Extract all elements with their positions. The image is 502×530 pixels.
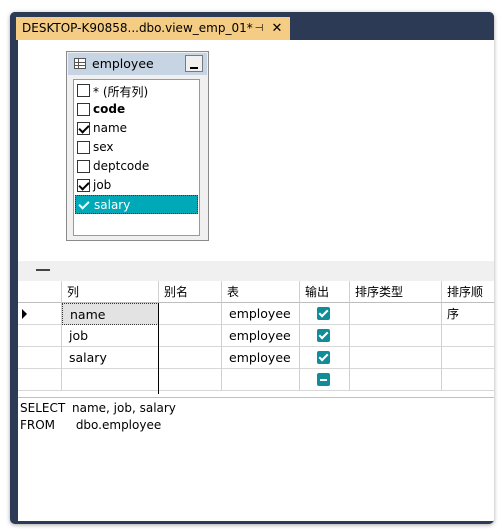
cell-sort-type[interactable]: [350, 325, 442, 347]
column-checkbox[interactable]: [77, 160, 90, 173]
sql-line-select: SELECT name, job, salary: [20, 401, 176, 415]
column-checkbox[interactable]: [77, 122, 90, 135]
column-item[interactable]: * (所有列): [75, 81, 198, 100]
cell-column[interactable]: name: [62, 303, 159, 325]
splitter-grip-icon[interactable]: [36, 269, 50, 271]
column-divider: [158, 303, 159, 394]
cell-table[interactable]: employee: [222, 303, 300, 325]
header-table: 表: [222, 281, 300, 303]
header-column: 列: [62, 281, 159, 303]
table-name: employee: [92, 56, 154, 71]
cell-alias[interactable]: [159, 369, 222, 391]
column-item[interactable]: name: [75, 119, 198, 138]
table-box-header[interactable]: employee: [68, 53, 207, 75]
cell-output: [300, 347, 350, 369]
tab-title: DESKTOP-K90858...dbo.view_emp_01*: [22, 21, 253, 35]
cell-sort-order[interactable]: [442, 303, 494, 325]
cell-sort-type[interactable]: [350, 369, 442, 391]
column-label: job: [93, 178, 112, 192]
output-checkbox[interactable]: [317, 329, 330, 342]
cell-alias[interactable]: [159, 303, 222, 325]
cell-sort-type[interactable]: [350, 347, 442, 369]
column-list: * (所有列) code name sex deptcode job salary: [73, 79, 200, 236]
table-box-employee[interactable]: employee * (所有列) code name sex deptcode job sa…: [66, 51, 209, 241]
cell-sort-order[interactable]: [442, 369, 494, 391]
column-item[interactable]: salary: [75, 195, 198, 214]
sql-keyword: SELECT: [20, 401, 66, 415]
close-icon[interactable]: ✕: [270, 17, 284, 40]
cell-sort-order[interactable]: [442, 325, 494, 347]
criteria-grid: 列 别名 表 输出 排序类型 排序顺序 name employee job emplo…: [18, 281, 494, 394]
column-checkbox[interactable]: [78, 199, 91, 212]
cell-output: [300, 325, 350, 347]
header-sort-type: 排序类型: [350, 281, 442, 303]
row-selector[interactable]: [18, 325, 62, 347]
column-item[interactable]: job: [75, 176, 198, 195]
cell-table[interactable]: employee: [222, 347, 300, 369]
sql-pane[interactable]: SELECT name, job, salary FROM dbo.employe…: [18, 397, 494, 521]
sql-text: name, job, salary: [72, 401, 176, 415]
sql-line-from: FROM dbo.employee: [20, 418, 161, 432]
output-checkbox[interactable]: [317, 373, 330, 386]
pane-splitter[interactable]: [18, 261, 494, 281]
column-label: name: [93, 121, 128, 135]
column-checkbox[interactable]: [77, 141, 90, 154]
row-selector[interactable]: [18, 369, 62, 391]
output-checkbox[interactable]: [317, 307, 330, 320]
column-item[interactable]: code: [75, 100, 198, 119]
row-header-corner: [18, 281, 62, 303]
cell-table[interactable]: [222, 369, 300, 391]
header-alias: 别名: [159, 281, 222, 303]
row-selector[interactable]: [18, 303, 62, 325]
cell-alias[interactable]: [159, 325, 222, 347]
column-label: code: [93, 102, 126, 116]
sql-keyword: FROM: [20, 418, 56, 432]
column-checkbox[interactable]: [77, 103, 90, 116]
document-window: DESKTOP-K90858...dbo.view_emp_01* ⊣ ✕ em…: [10, 12, 494, 524]
column-item[interactable]: sex: [75, 138, 198, 157]
cell-table[interactable]: employee: [222, 325, 300, 347]
cell-column[interactable]: salary: [62, 347, 159, 369]
header-sort-order: 排序顺序: [442, 281, 494, 321]
cell-output: [300, 369, 350, 391]
cell-alias[interactable]: [159, 347, 222, 369]
column-checkbox[interactable]: [77, 84, 90, 97]
column-label: sex: [93, 140, 114, 154]
column-label: salary: [94, 198, 131, 212]
column-item[interactable]: deptcode: [75, 157, 198, 176]
row-selector[interactable]: [18, 347, 62, 369]
cell-sort-order[interactable]: [442, 347, 494, 369]
cell-output: [300, 303, 350, 325]
table-icon: [74, 58, 86, 69]
minimize-button[interactable]: [185, 55, 203, 72]
column-label: * (所有列): [93, 85, 149, 99]
column-checkbox[interactable]: [77, 179, 90, 192]
column-label: deptcode: [93, 159, 150, 173]
pin-icon[interactable]: ⊣: [252, 17, 266, 40]
sql-text: dbo.employee: [72, 418, 162, 432]
tab-view-emp-01[interactable]: DESKTOP-K90858...dbo.view_emp_01* ⊣ ✕: [16, 17, 290, 40]
output-checkbox[interactable]: [317, 351, 330, 364]
cell-sort-type[interactable]: [350, 303, 442, 325]
cell-column[interactable]: [62, 369, 159, 391]
header-output: 输出: [300, 281, 350, 303]
tab-strip: DESKTOP-K90858...dbo.view_emp_01* ⊣ ✕: [10, 12, 494, 40]
view-designer: employee * (所有列) code name sex deptcode job sa…: [18, 40, 494, 521]
cell-column[interactable]: job: [62, 325, 159, 347]
current-row-arrow-icon: [22, 309, 27, 319]
